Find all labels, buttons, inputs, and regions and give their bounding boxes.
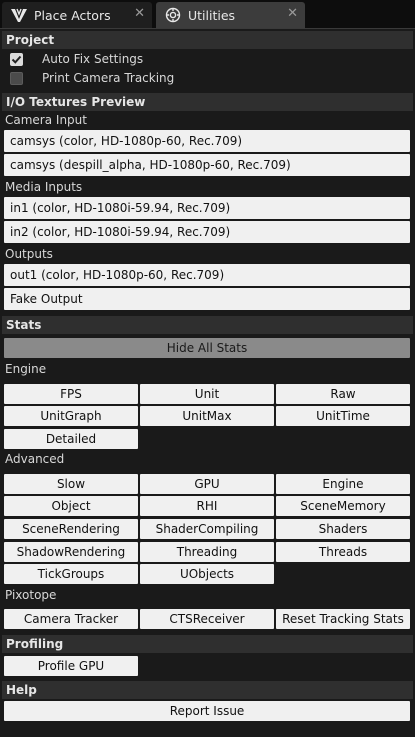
print-camera-tracking-label: Print Camera Tracking [42,71,175,85]
stat-button-shadercompiling[interactable]: ShaderCompiling [140,519,274,539]
stat-button-detailed[interactable]: Detailed [4,429,138,449]
section-header-stats[interactable]: Stats [2,316,413,334]
stat-button-shadowrendering[interactable]: ShadowRendering [4,542,138,562]
stat-button-slow[interactable]: Slow [4,474,138,494]
advanced-label: Advanced [5,452,65,466]
output-button-2[interactable]: Fake Output [4,288,410,310]
profile-gpu-button[interactable]: Profile GPU [4,656,138,676]
engine-label: Engine [5,362,47,376]
pixotope-label: Pixotope [5,588,57,602]
media-input-button-2[interactable]: in2 (color, HD-1080i-59.94, Rec.709) [4,221,410,243]
stat-button-shaders[interactable]: Shaders [276,519,410,539]
utilities-icon [164,6,182,24]
auto-fix-settings-label: Auto Fix Settings [42,52,144,66]
auto-fix-settings-checkbox[interactable] [10,52,23,66]
print-camera-tracking-checkbox[interactable] [10,71,23,85]
stat-button-uobjects[interactable]: UObjects [140,564,274,584]
stat-button-rhi[interactable]: RHI [140,496,274,516]
stat-button-unit[interactable]: Unit [140,384,274,404]
outputs-label: Outputs [5,247,53,261]
place-actors-icon [10,6,28,24]
stat-button-scenerendering[interactable]: SceneRendering [4,519,138,539]
auto-fix-settings-row[interactable]: Auto Fix Settings [10,51,143,67]
report-issue-button[interactable]: Report Issue [4,701,410,721]
media-input-button-1[interactable]: in1 (color, HD-1080i-59.94, Rec.709) [4,197,410,219]
stat-button-engine[interactable]: Engine [276,474,410,494]
tab-utilities-label: Utilities [188,7,236,23]
media-inputs-label: Media Inputs [5,180,83,194]
section-header-help[interactable]: Help [2,681,413,699]
utilities-panel: Project Auto Fix Settings Print Camera T… [0,28,415,737]
close-icon[interactable]: ✕ [134,7,145,21]
stat-button-unittime[interactable]: UnitTime [276,406,410,426]
stat-button-object[interactable]: Object [4,496,138,516]
reset-tracking-stats-button[interactable]: Reset Tracking Stats [276,609,410,629]
camera-tracker-button[interactable]: Camera Tracker [4,609,138,629]
stat-button-unitgraph[interactable]: UnitGraph [4,406,138,426]
tab-bar: Place Actors ✕ Utilities ✕ [0,0,415,28]
tab-place-actors-label: Place Actors [34,7,111,23]
camera-input-button-2[interactable]: camsys (despill_alpha, HD-1080p-60, Rec.… [4,154,410,176]
stat-button-raw[interactable]: Raw [276,384,410,404]
camera-input-label: Camera Input [5,113,87,127]
section-header-profiling[interactable]: Profiling [2,635,413,653]
tab-place-actors[interactable]: Place Actors ✕ [2,2,152,28]
checkmark-icon [11,55,22,64]
close-icon[interactable]: ✕ [287,7,298,21]
stat-button-threading[interactable]: Threading [140,542,274,562]
tab-utilities[interactable]: Utilities ✕ [156,2,305,28]
stat-button-scenememory[interactable]: SceneMemory [276,496,410,516]
output-button-1[interactable]: out1 (color, HD-1080p-60, Rec.709) [4,264,410,286]
hide-all-stats-button[interactable]: Hide All Stats [4,338,410,358]
section-header-io-textures[interactable]: I/O Textures Preview [2,93,413,111]
section-header-project[interactable]: Project [2,31,413,49]
stat-button-tickgroups[interactable]: TickGroups [4,564,138,584]
stat-button-fps[interactable]: FPS [4,384,138,404]
stat-button-threads[interactable]: Threads [276,542,410,562]
ctsreceiver-button[interactable]: CTSReceiver [140,609,274,629]
print-camera-tracking-row[interactable]: Print Camera Tracking [10,70,174,86]
stat-button-gpu[interactable]: GPU [140,474,274,494]
stat-button-unitmax[interactable]: UnitMax [140,406,274,426]
camera-input-button-1[interactable]: camsys (color, HD-1080p-60, Rec.709) [4,130,410,152]
